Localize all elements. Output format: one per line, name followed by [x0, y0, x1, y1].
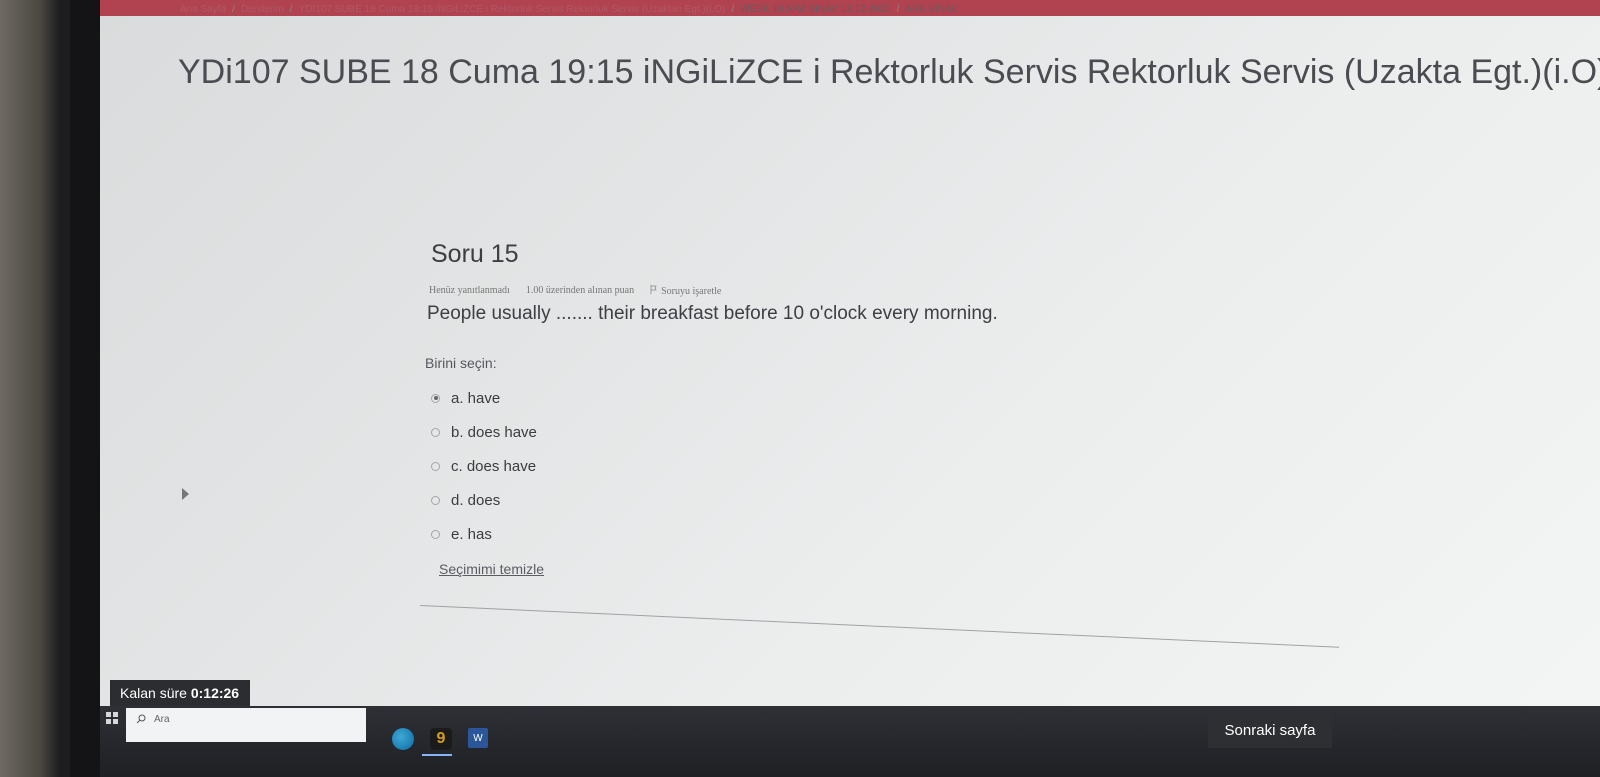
- windows-start-icon[interactable]: [106, 712, 118, 724]
- question-mark: 1.00 üzerinden alınan puan: [525, 285, 635, 296]
- active-app-indicator: [422, 754, 452, 756]
- radio-button[interactable]: [431, 393, 440, 403]
- option-label: a. have: [451, 389, 501, 407]
- timer-box: Kalan süre 0:12:26: [110, 680, 250, 706]
- breadcrumb-week[interactable]: WEEK 10 ARA SINAV 12.12.2020: [740, 4, 890, 15]
- timer-label: Kalan süre: [120, 685, 187, 701]
- search-icon: [136, 714, 146, 727]
- breadcrumb-courses[interactable]: Derslerim: [241, 4, 284, 15]
- radio-button[interactable]: [431, 495, 440, 505]
- windows-taskbar: Ara 9 W: [100, 706, 1600, 777]
- select-one-label: Birini seçin:: [425, 355, 497, 371]
- edge-browser-icon[interactable]: [392, 728, 414, 750]
- divider: [419, 605, 1340, 648]
- breadcrumb-separator: /: [232, 4, 235, 15]
- question-status: Henüz yanıtlanmadı: [429, 285, 510, 296]
- breadcrumb-home[interactable]: Ana Sayfa: [180, 4, 226, 15]
- option-label: b. does have: [451, 423, 537, 441]
- question-text: People usually ....... their breakfast b…: [427, 303, 998, 324]
- breadcrumb-exam[interactable]: ARA SINAV: [905, 4, 957, 15]
- flag-question-label: Soruyu işaretle: [661, 285, 722, 297]
- option-label: d. does: [451, 491, 501, 509]
- answer-option[interactable]: c. does have: [431, 449, 1325, 483]
- question-block: Soru 15 Henüz yanıtlanmadı 1.00 üzerinde…: [425, 240, 1325, 579]
- breadcrumb-separator: /: [289, 4, 293, 15]
- radio-button[interactable]: [431, 529, 440, 539]
- word-app-icon[interactable]: W: [468, 728, 488, 748]
- opera-browser-icon[interactable]: 9: [430, 728, 452, 750]
- flag-question-link[interactable]: Soruyu işaretle: [650, 285, 721, 297]
- next-page-button[interactable]: Sonraki sayfa: [1208, 712, 1332, 748]
- breadcrumb: Ana Sayfa / Derslerim / YDİ107 SUBE 18 Cuma …: [180, 4, 957, 22]
- breadcrumb-separator: /: [896, 4, 900, 15]
- answer-option[interactable]: d. does: [431, 483, 1325, 517]
- radio-button[interactable]: [431, 461, 440, 471]
- course-title: YDi107 SUBE 18 Cuma 19:15 iNGiLiZCE i Re…: [178, 53, 1600, 91]
- option-label: c. does have: [451, 457, 537, 475]
- question-number: Soru 15: [431, 240, 519, 268]
- option-label: e. has: [451, 525, 492, 543]
- breadcrumb-course[interactable]: YDİ107 SUBE 18 Cuma 19:15 iNGiLiZCE i Re…: [299, 4, 726, 15]
- answer-option[interactable]: e. has: [431, 517, 1325, 551]
- browser-screen: Ana Sayfa / Derslerim / YDİ107 SUBE 18 Cuma …: [100, 0, 1600, 777]
- breadcrumb-separator: /: [731, 4, 735, 15]
- clear-selection-link[interactable]: Seçimimi temizle: [439, 561, 544, 577]
- question-info: Henüz yanıtlanmadı 1.00 üzerinden alınan…: [429, 285, 1325, 297]
- radio-button[interactable]: [431, 427, 440, 437]
- answer-options: a. have b. does have c. does have d. does e.…: [431, 381, 1325, 551]
- taskbar-search[interactable]: Ara: [126, 708, 366, 742]
- search-placeholder: Ara: [154, 714, 170, 725]
- answer-option[interactable]: b. does have: [431, 415, 1325, 449]
- flag-icon: [650, 285, 657, 297]
- mouse-cursor-icon: [182, 488, 189, 500]
- answer-option[interactable]: a. have: [431, 381, 1325, 415]
- timer-value: 0:12:26: [190, 685, 240, 701]
